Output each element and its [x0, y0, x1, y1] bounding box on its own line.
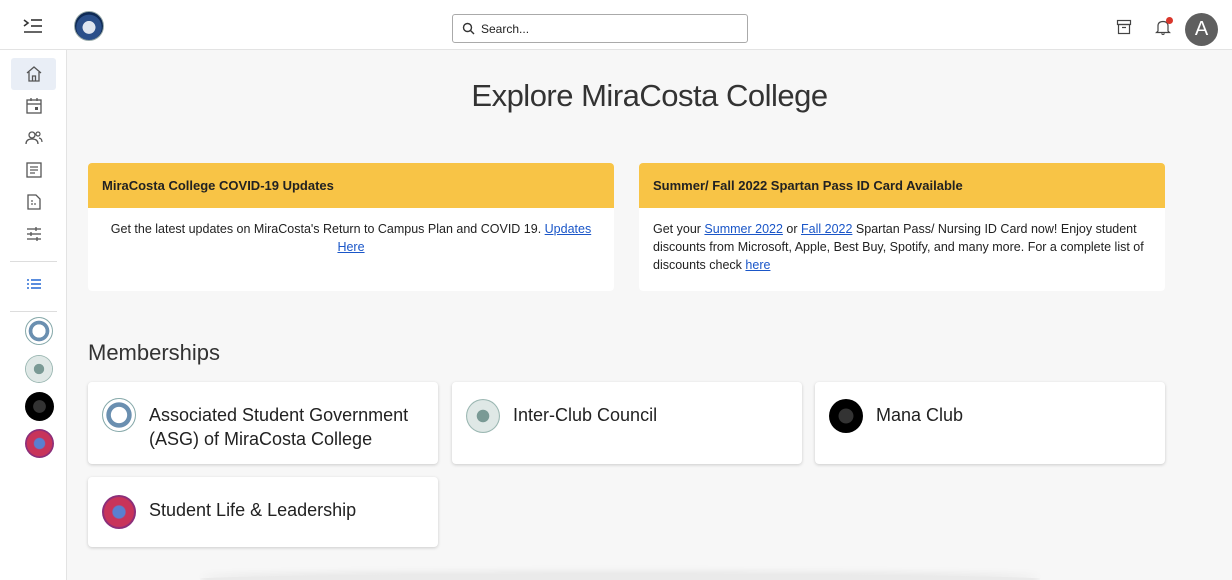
- summer-2022-link[interactable]: Summer 2022: [704, 222, 783, 236]
- search-icon: [462, 22, 475, 35]
- membership-name: Inter-Club Council: [513, 405, 658, 425]
- people-icon: [24, 131, 43, 145]
- menu-toggle-icon[interactable]: [22, 15, 44, 37]
- asg-club-icon[interactable]: [25, 317, 53, 345]
- announcement-text: Get the latest updates on MiraCosta's Re…: [110, 222, 545, 236]
- discounts-link[interactable]: here: [745, 258, 770, 272]
- sliders-icon: [26, 227, 41, 241]
- sidebar-item-news[interactable]: [11, 154, 56, 186]
- search-input[interactable]: [481, 18, 741, 39]
- sidebar-item-forms[interactable]: [11, 186, 56, 218]
- membership-name: Student Life & Leadership: [149, 500, 357, 520]
- sidebar-item-list[interactable]: [11, 268, 56, 300]
- sidebar-item-events[interactable]: [11, 90, 56, 122]
- page-title: Explore MiraCosta College: [471, 78, 828, 113]
- form-icon: [26, 194, 41, 210]
- calendar-icon: [25, 98, 42, 114]
- avatar[interactable]: A: [1185, 13, 1218, 46]
- bottom-panel-edge: [200, 574, 1040, 580]
- student-life-icon[interactable]: [25, 429, 54, 458]
- announcement-card: Summer/ Fall 2022 Spartan Pass ID Card A…: [639, 163, 1165, 291]
- sidebar-item-organizations[interactable]: [11, 122, 56, 154]
- fall-2022-link[interactable]: Fall 2022: [801, 222, 852, 236]
- student-life-icon: [102, 495, 136, 529]
- mana-club-icon: [829, 399, 863, 433]
- announcement-text: or: [782, 222, 801, 236]
- announcement-title: Summer/ Fall 2022 Spartan Pass ID Card A…: [639, 163, 1165, 208]
- sidebar-divider: [10, 311, 57, 312]
- membership-card-student-life[interactable]: Student Life & Leadership: [88, 477, 438, 547]
- membership-name: Mana Club: [876, 405, 964, 425]
- memberships-title: Memberships: [88, 340, 221, 365]
- archive-icon[interactable]: [1116, 19, 1132, 35]
- announcement-body: Get your Summer 2022 or Fall 2022 Sparta…: [639, 208, 1165, 286]
- sidebar-item-home[interactable]: [11, 58, 56, 90]
- membership-card-asg[interactable]: Associated Student Government (ASG) of M…: [88, 382, 438, 464]
- announcement-text: Get your: [653, 222, 705, 236]
- mana-club-icon[interactable]: [25, 392, 54, 421]
- search-box[interactable]: [452, 14, 748, 43]
- college-logo[interactable]: [74, 11, 104, 41]
- inter-club-council-icon: [466, 399, 500, 433]
- article-icon: [25, 162, 42, 178]
- membership-card-mana-club[interactable]: Mana Club: [815, 382, 1165, 464]
- membership-name: Associated Student Government (ASG) of M…: [149, 405, 409, 449]
- notification-dot: [1166, 17, 1173, 24]
- home-icon: [26, 66, 41, 82]
- asg-club-icon: [102, 398, 136, 432]
- announcement-card: MiraCosta College COVID-19 Updates Get t…: [88, 163, 614, 291]
- top-bar: A: [0, 0, 1232, 50]
- announcement-body: Get the latest updates on MiraCosta's Re…: [88, 208, 614, 268]
- membership-card-inter-club-council[interactable]: Inter-Club Council: [452, 382, 802, 464]
- announcement-title: MiraCosta College COVID-19 Updates: [88, 163, 614, 208]
- sidebar-divider: [10, 261, 57, 262]
- sidebar: [0, 50, 67, 580]
- inter-club-council-icon[interactable]: [25, 355, 53, 383]
- sidebar-item-filters[interactable]: [11, 218, 56, 250]
- list-icon: [26, 279, 41, 289]
